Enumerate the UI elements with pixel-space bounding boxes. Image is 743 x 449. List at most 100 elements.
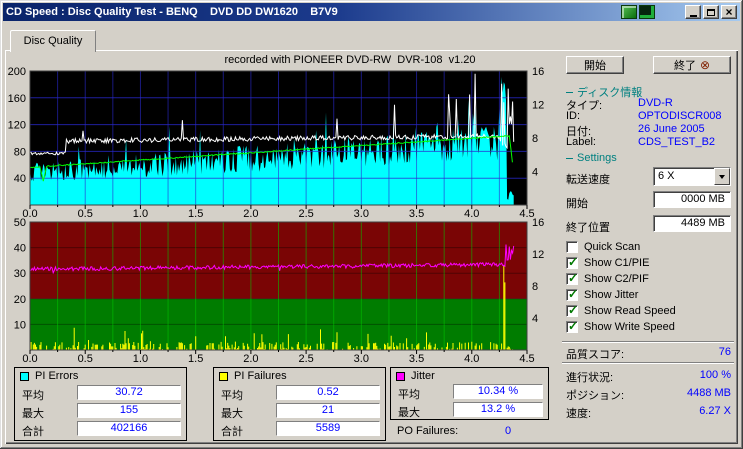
- jitter-avg-value: 10.34 %: [453, 384, 543, 399]
- end-position-label: 終了位置: [566, 222, 610, 234]
- disc-label-label: Label:: [566, 136, 596, 148]
- svg-text:3.5: 3.5: [409, 208, 424, 220]
- svg-text:12: 12: [532, 100, 544, 112]
- avg-label: 平均: [221, 390, 243, 402]
- show-jitter-checkbox[interactable]: [566, 287, 578, 301]
- max-label: 最大: [221, 408, 243, 420]
- section-dash: [566, 157, 573, 159]
- po-failures-value: 0: [505, 425, 512, 437]
- svg-text:8: 8: [532, 281, 538, 293]
- pi-failures-max-value: 21: [276, 403, 380, 418]
- checkbox-show-read-speed[interactable]: Show Read Speed: [566, 303, 676, 317]
- checkbox-show-c2-pif[interactable]: Show C2/PIF: [566, 271, 649, 285]
- svg-text:1.5: 1.5: [188, 353, 203, 365]
- svg-text:0.0: 0.0: [22, 353, 37, 365]
- end-position-field[interactable]: 4489 MB: [653, 215, 731, 232]
- checkbox-show-write-speed[interactable]: Show Write Speed: [566, 319, 675, 333]
- svg-text:12: 12: [532, 249, 544, 261]
- jitter-title: Jitter: [396, 370, 435, 382]
- quality-charts: 200160120804016128450403020101612840.00.…: [8, 66, 544, 365]
- show-c2-pif-checkbox[interactable]: [566, 271, 578, 285]
- checkbox-quick-scan[interactable]: Quick Scan: [566, 241, 640, 253]
- pi-errors-max-value: 155: [77, 403, 181, 418]
- quality-score-label: 品質スコア:: [566, 349, 625, 361]
- show-jitter-label: Show Jitter: [584, 289, 639, 301]
- app-window: CD Speed : Disc Quality Test - BENQ DVD …: [0, 0, 743, 449]
- speed-select[interactable]: 6 X: [653, 167, 731, 186]
- exit-button[interactable]: 終了: [653, 56, 731, 74]
- start-button[interactable]: 開始: [566, 56, 624, 74]
- disc-id-label: ID:: [566, 110, 581, 122]
- section-dash: [566, 91, 573, 93]
- position-label: ポジション:: [566, 390, 625, 402]
- svg-text:4: 4: [532, 167, 538, 179]
- svg-text:1.0: 1.0: [133, 208, 148, 220]
- pi-errors-avg-value: 30.72: [77, 385, 181, 400]
- titlebar: CD Speed : Disc Quality Test - BENQ DVD …: [3, 3, 740, 21]
- start-button-label: 開始: [584, 60, 606, 72]
- progress-label: 進行状況:: [566, 372, 614, 384]
- show-c1-pie-checkbox[interactable]: [566, 255, 578, 269]
- svg-text:200: 200: [8, 66, 26, 78]
- pi-failures-title-label: PI Failures: [234, 370, 287, 382]
- close-icon: [725, 6, 732, 19]
- speed-select-value: 6 X: [658, 170, 675, 182]
- avg-label: 平均: [22, 390, 44, 402]
- disc-drive-icon[interactable]: [639, 5, 655, 19]
- checkbox-show-jitter[interactable]: Show Jitter: [566, 287, 639, 301]
- minimize-icon: [689, 14, 697, 17]
- speed-select-dropdown-button[interactable]: [714, 168, 730, 185]
- tab-disc-quality[interactable]: Disc Quality: [10, 30, 96, 52]
- settings-header-label: Settings: [577, 152, 617, 164]
- svg-text:40: 40: [14, 173, 26, 185]
- jitter-box: Jitter 平均 10.34 % 最大 13.2 %: [390, 367, 549, 420]
- quality-score-value: 76: [718, 346, 731, 358]
- speed-graph-icon[interactable]: [621, 5, 637, 19]
- svg-text:0.5: 0.5: [78, 353, 93, 365]
- speed-value: 6.27 X: [699, 405, 731, 417]
- jitter-max-value: 13.2 %: [453, 402, 543, 417]
- svg-text:4: 4: [532, 313, 538, 325]
- checkbox-show-c1-pie[interactable]: Show C1/PIE: [566, 255, 649, 269]
- show-read-speed-checkbox[interactable]: [566, 303, 578, 317]
- exit-x-icon: [700, 59, 710, 72]
- close-button[interactable]: [721, 5, 737, 19]
- svg-text:3.0: 3.0: [354, 208, 369, 220]
- chevron-down-icon: [719, 174, 725, 179]
- position-value: 4488 MB: [686, 387, 731, 399]
- total-label: 合計: [221, 426, 243, 438]
- quick-scan-label: Quick Scan: [584, 241, 641, 253]
- svg-text:3.0: 3.0: [354, 353, 369, 365]
- jitter-legend-square: [396, 371, 405, 381]
- quick-scan-checkbox[interactable]: [566, 241, 578, 253]
- show-read-speed-label: Show Read Speed: [584, 305, 676, 317]
- svg-text:120: 120: [8, 120, 26, 132]
- show-write-speed-checkbox[interactable]: [566, 319, 578, 333]
- disc-id-value: OPTODISCR008: [638, 110, 722, 122]
- maximize-icon: [707, 8, 715, 16]
- svg-text:10: 10: [14, 319, 26, 331]
- disc-label-value: CDS_TEST_B2: [638, 136, 716, 148]
- svg-text:0.0: 0.0: [22, 208, 37, 220]
- start-position-field[interactable]: 0000 MB: [653, 191, 731, 208]
- svg-text:4.0: 4.0: [464, 353, 479, 365]
- start-position-label: 開始: [566, 198, 588, 210]
- pi-errors-legend-square: [20, 371, 29, 381]
- show-c2-pif-label: Show C2/PIF: [584, 273, 649, 285]
- transfer-speed-label: 転送速度: [566, 174, 610, 186]
- minimize-button[interactable]: [685, 5, 701, 19]
- pi-failures-avg-value: 0.52: [276, 385, 380, 400]
- svg-text:2.5: 2.5: [298, 353, 313, 365]
- svg-text:4.0: 4.0: [464, 208, 479, 220]
- svg-text:4.5: 4.5: [519, 353, 534, 365]
- window-title: CD Speed : Disc Quality Test - BENQ DVD …: [6, 6, 338, 18]
- jitter-title-label: Jitter: [411, 370, 435, 382]
- svg-text:1.0: 1.0: [133, 353, 148, 365]
- disc-type-value: DVD-R: [638, 97, 673, 109]
- svg-text:0.5: 0.5: [78, 208, 93, 220]
- pi-errors-box: PI Errors 平均 30.72 最大 155 合計 402166: [14, 367, 187, 441]
- total-label: 合計: [22, 426, 44, 438]
- svg-text:30: 30: [14, 268, 26, 280]
- svg-text:8: 8: [532, 133, 538, 145]
- maximize-button[interactable]: [703, 5, 719, 19]
